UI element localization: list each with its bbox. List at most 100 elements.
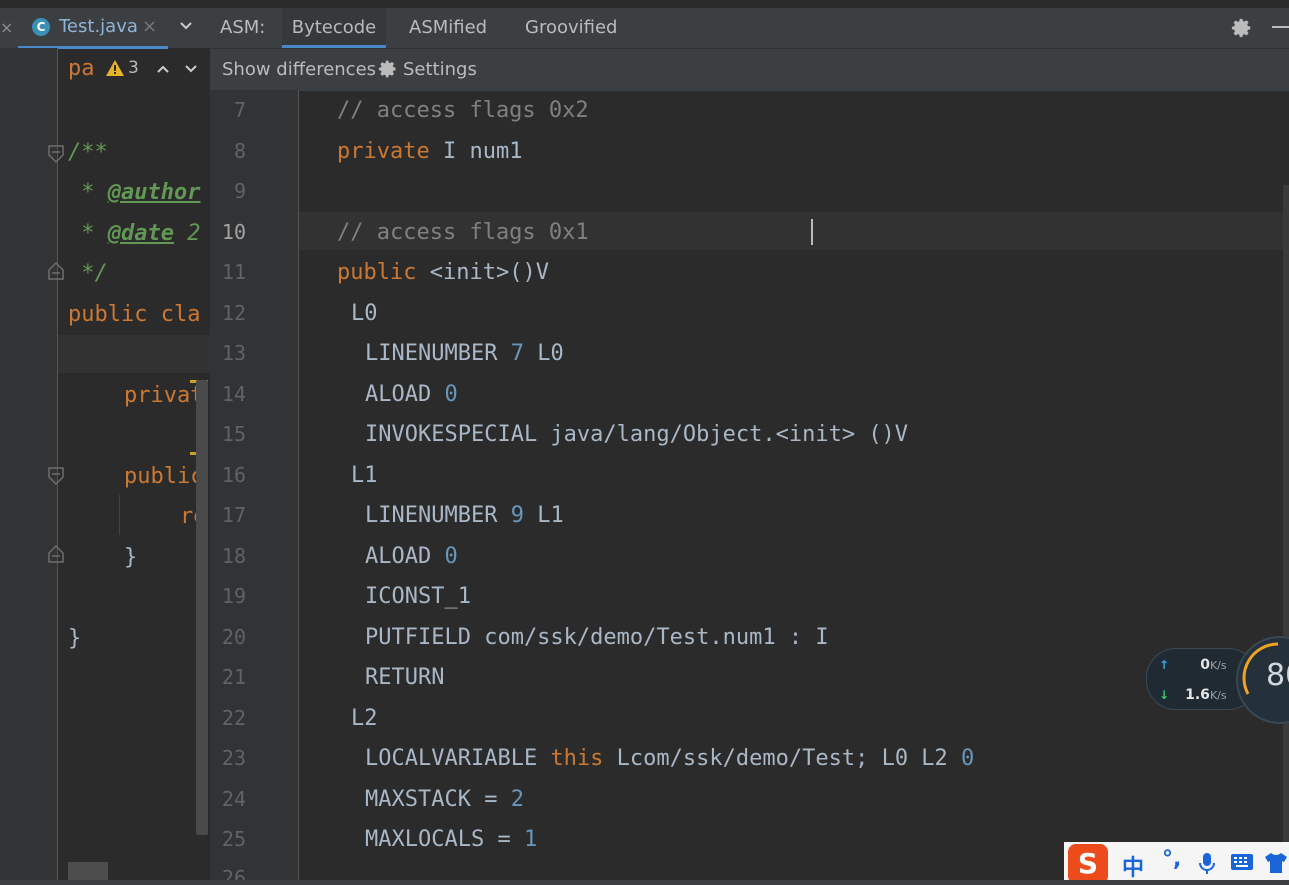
line-number: 22 [221,706,246,730]
code-line-instruction: ALOAD 0 [365,544,458,569]
code-line-instruction: LOCALVARIABLE this Lcom/ssk/demo/Test; L… [365,746,974,771]
line-number: 14 [221,382,246,406]
sogou-logo-icon[interactable]: S [1068,844,1108,884]
skin-icon[interactable] [1264,852,1288,878]
code-line-instruction: ICONST_1 [365,584,471,609]
line-number: 7 [233,98,246,122]
public-keyword: public [337,260,417,285]
ime-language-toggle[interactable]: 中 [1122,850,1144,882]
line-number: 25 [221,827,246,851]
next-highlight-icon[interactable] [184,61,198,80]
minimize-icon[interactable] [1272,26,1289,28]
method-close-brace: } [124,545,138,570]
code-line-label: L2 [351,706,378,731]
fold-end-icon[interactable] [48,262,64,280]
code-line-instruction: INVOKESPECIAL java/lang/Object.<init> ()… [365,422,909,447]
field-signature: I num1 [429,139,523,164]
opcode: MAXLOCALS = [365,827,524,852]
line-number: 15 [221,422,246,446]
download-value: 1.6 [1185,687,1210,703]
code-line-instruction: MAXLOCALS = 1 [365,827,537,852]
line-number: 21 [221,665,246,689]
method-signature: <init>()V [416,260,549,285]
vertical-scrollbar[interactable] [196,380,208,835]
previous-highlight-icon[interactable] [156,61,170,80]
doc-star: * [68,180,108,205]
vertical-scrollbar[interactable] [1283,185,1289,875]
tab-bytecode[interactable]: Bytecode [282,8,386,48]
class-keyword: cla [147,302,201,327]
window-top-strip [210,0,1289,8]
settings-label: Settings [403,59,477,80]
window-bottom-border [0,880,1289,885]
line-number: 23 [221,746,246,770]
line-number: 12 [221,301,246,325]
code-line-instruction: RETURN [365,665,445,690]
show-differences-toggle[interactable]: Show differences [222,59,376,80]
asm-tool-window: ASM: Bytecode ASMified Groovified Show d… [210,0,1289,885]
warning-icon[interactable] [105,59,125,81]
code-line-instruction: ALOAD 0 [365,382,458,407]
code-line-instruction: LINENUMBER 7 L0 [365,341,564,366]
tab-test-java[interactable]: C Test.java × [18,8,168,49]
line-number: 18 [221,544,246,568]
fold-collapse-icon[interactable] [48,145,64,163]
date-tag: @date [107,221,174,246]
download-unit: K/s [1209,689,1227,702]
keyboard-icon[interactable] [1230,852,1254,876]
opcode: ALOAD [365,382,445,407]
operand: L0 [523,341,564,366]
text-caret [811,219,813,245]
field-declaration: privat [124,383,204,408]
code-line-method: public <init>()V [337,260,549,285]
code-line-instruction: PUTFIELD com/ssk/demo/Test.num1 : I [365,625,829,650]
gear-icon[interactable] [1231,17,1253,43]
line-number: 17 [221,503,246,527]
code-line-label: L0 [351,301,378,326]
ime-toolbar: S 中 °, [1064,842,1289,885]
line-number-active: 10 [221,220,246,244]
class-declaration: public cla [68,302,200,327]
upload-speed: ↑ 0K/s [1159,657,1227,673]
indent-guide [119,495,120,535]
download-speed: ↓ 1.6K/s [1159,687,1227,703]
code-line-instruction: MAXSTACK = 2 [365,787,524,812]
opcode: ALOAD [365,544,445,569]
chevron-down-icon[interactable] [178,18,194,38]
ime-punctuation-toggle[interactable]: °, [1162,847,1181,872]
tab-groovified[interactable]: Groovified [525,8,617,45]
warning-count: 3 [128,58,139,78]
method-declaration: public [124,464,204,489]
number-literal: 0 [444,544,458,569]
number-literal: 0 [444,382,458,407]
code-line-label: L1 [351,463,378,488]
public-keyword: public [68,302,148,327]
arrow-down-icon: ↓ [1159,688,1170,702]
line-number: 24 [221,787,246,811]
class-close-brace: } [68,626,82,651]
microphone-icon[interactable] [1198,852,1216,880]
fold-collapse-icon[interactable] [48,467,64,485]
code-line-comment: // access flags 0x2 [337,98,589,123]
fold-end-icon[interactable] [48,545,64,563]
line-number: 16 [221,463,246,487]
doc-comment-open: /** [68,140,108,165]
operand: Lcom/ssk/demo/Test; L0 L2 [603,746,962,771]
network-speed-widget[interactable]: ↑ 0K/s ↓ 1.6K/s 80 [1146,636,1289,724]
tab-asmified[interactable]: ASMified [409,8,487,45]
line-number: 11 [221,260,246,284]
line-number: 8 [233,139,246,163]
close-icon[interactable]: × [0,18,13,37]
horizontal-scrollbar[interactable] [68,862,108,880]
editor-tab-bar: × C Test.java × [0,8,210,49]
code-line-comment: // access flags 0x1 [337,220,589,245]
line-number: 13 [221,341,246,365]
doc-author-line: * @author [68,180,200,205]
tab-close-icon[interactable]: × [142,16,157,37]
memory-percent: 80 [1266,658,1289,693]
number-literal: 2 [510,787,524,812]
line-number: 19 [221,584,246,608]
doc-star: * [68,221,108,246]
operand: L1 [523,503,564,528]
asm-toolbar: Show differences Settings [210,48,1289,91]
